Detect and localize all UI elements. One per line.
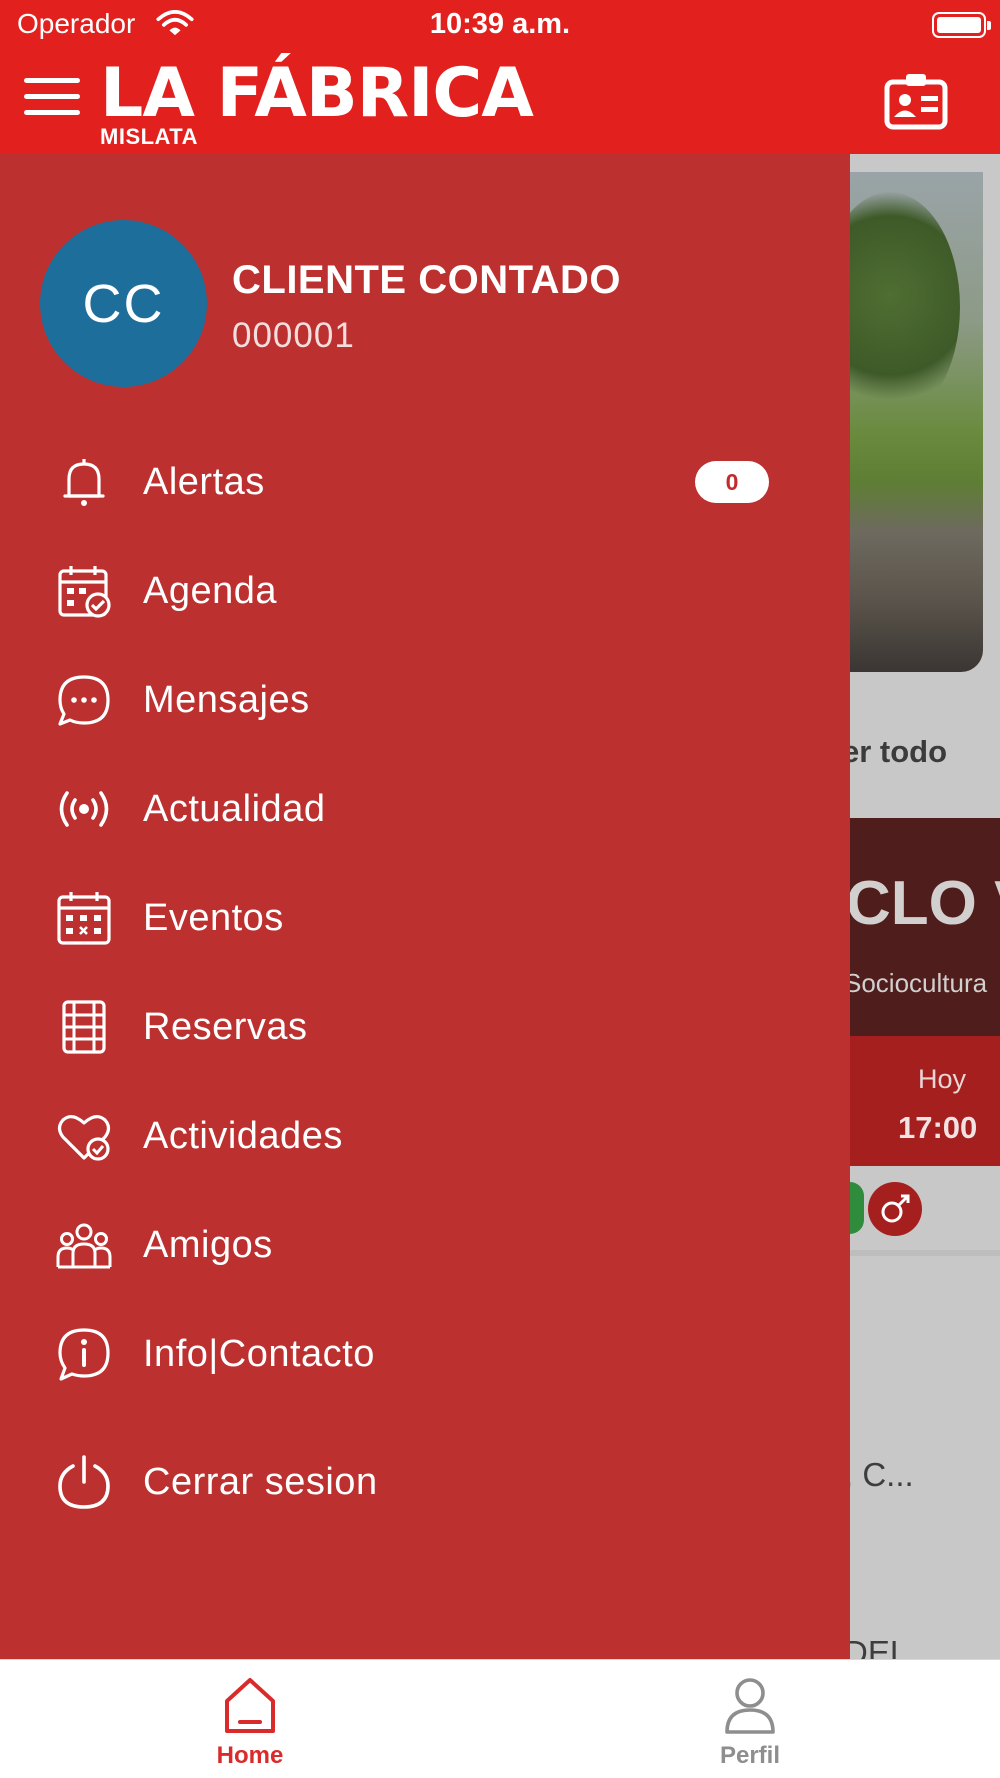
menu-item-label: Actualidad	[143, 787, 326, 830]
broadcast-icon	[54, 779, 114, 839]
card-text: , C...	[850, 1456, 914, 1493]
app-header: Operador 10:39 a.m. LA FÁBRICA MISLATA	[0, 0, 1000, 154]
home-icon	[225, 1678, 275, 1733]
menu-item-label: Eventos	[143, 896, 284, 939]
brand-logo: LA FÁBRICA MISLATA	[100, 54, 534, 150]
logo-main: LA FÁBRICA	[100, 54, 534, 133]
menu-item-label: Alertas	[143, 460, 265, 503]
logo-sub: MISLATA	[100, 124, 198, 149]
background-page: er todo CLO V Sociocultura Hoy 17:00 , C…	[850, 154, 1000, 1659]
menu-item-eventos[interactable]: Eventos	[0, 870, 850, 966]
chat-bubble-icon	[54, 670, 114, 730]
battery-icon	[932, 12, 991, 38]
bell-icon	[54, 452, 114, 512]
logout-button[interactable]: Cerrar sesion	[0, 1434, 850, 1530]
menu-item-label: Cerrar sesion	[143, 1460, 378, 1503]
menu-item-actividades[interactable]: Actividades	[0, 1088, 850, 1184]
id-card-icon[interactable]	[884, 72, 948, 130]
heart-check-icon	[54, 1106, 114, 1166]
clock: 10:39 a.m.	[429, 8, 571, 40]
menu-item-label: Mensajes	[143, 678, 310, 721]
menu-item-actualidad[interactable]: Actualidad	[0, 761, 850, 857]
event-banner-subtitle: Sociocultura	[850, 968, 988, 998]
side-drawer: CC CLIENTE CONTADO 000001 Alertas 0 Agen…	[0, 154, 850, 1659]
group-icon	[54, 1215, 114, 1275]
see-all-link: er todo	[850, 734, 948, 769]
menu-item-label: Amigos	[143, 1223, 273, 1266]
menu-item-label: Info|Contacto	[143, 1332, 375, 1375]
tab-label: Perfil	[719, 1742, 781, 1769]
power-icon	[54, 1452, 114, 1512]
event-banner-title: CLO V	[850, 869, 1000, 938]
menu-item-info-contacto[interactable]: Info|Contacto	[0, 1306, 850, 1402]
alerts-count-badge: 0	[695, 461, 769, 503]
user-icon	[725, 1678, 775, 1734]
status-bar: Operador 10:39 a.m.	[0, 0, 1000, 50]
user-name: CLIENTE CONTADO	[232, 258, 621, 302]
user-code: 000001	[232, 316, 355, 355]
avatar[interactable]: CC	[40, 220, 207, 387]
film-strip-icon	[54, 997, 114, 1057]
menu-item-label: Reservas	[143, 1005, 308, 1048]
gender-icon	[868, 1182, 922, 1236]
menu-item-amigos[interactable]: Amigos	[0, 1197, 850, 1293]
tab-label: Home	[216, 1742, 284, 1769]
park-photo	[850, 172, 983, 672]
menu-item-mensajes[interactable]: Mensajes	[0, 652, 850, 748]
event-banner: CLO V Sociocultura	[850, 818, 1000, 1036]
menu-item-reservas[interactable]: Reservas	[0, 979, 850, 1075]
event-time-strip: Hoy 17:00	[850, 1036, 1000, 1166]
card-text-2: DEL	[850, 1634, 909, 1659]
tab-perfil[interactable]: Perfil	[500, 1660, 1000, 1778]
divider	[850, 1250, 1000, 1256]
status-dot-icon	[850, 1182, 864, 1234]
calendar-check-icon	[54, 561, 114, 621]
calendar-grid-icon	[54, 888, 114, 948]
menu-item-label: Agenda	[143, 569, 278, 612]
hamburger-icon[interactable]	[24, 78, 80, 118]
bottom-tab-bar: Home Perfil	[0, 1659, 1000, 1778]
tab-home[interactable]: Home	[0, 1660, 500, 1778]
info-chat-icon	[54, 1324, 114, 1384]
menu-item-label: Actividades	[143, 1114, 343, 1157]
menu-item-alertas[interactable]: Alertas 0	[0, 434, 850, 530]
event-day: Hoy	[918, 1064, 967, 1094]
menu-item-agenda[interactable]: Agenda	[0, 543, 850, 639]
event-time: 17:00	[898, 1110, 978, 1145]
